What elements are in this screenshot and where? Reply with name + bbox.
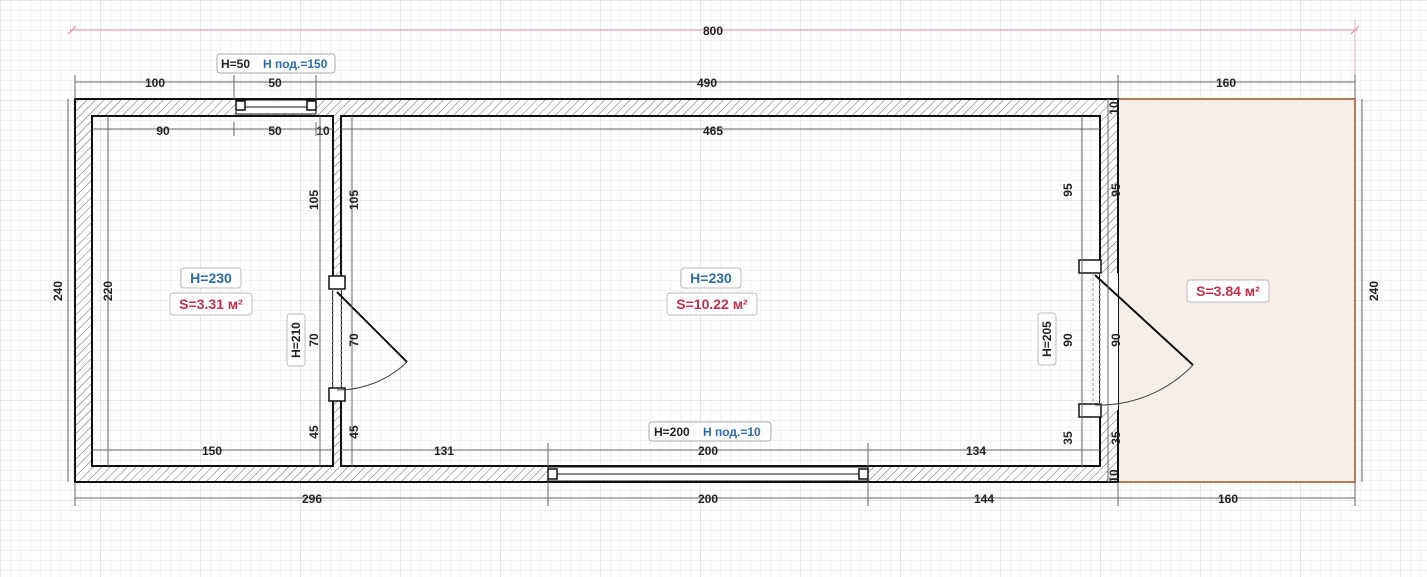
top-window-badge: H=50 H под.=150 [216,53,336,74]
left-room-height: H=230 [190,270,232,286]
outer-door-left-upper: 95 [1061,183,1075,197]
overall-length-label: 800 [703,24,723,38]
left-room-window-width: 50 [268,124,282,138]
terrace-depth: 240 [1367,281,1381,301]
inner-door-right-upper: 105 [347,190,361,210]
main-room-width-top: 465 [703,124,723,138]
outer-door-left-lower: 35 [1061,431,1075,445]
top-window-sill: H под.=150 [263,57,328,71]
main-room-bottom-right: 134 [966,444,986,458]
bottom-window-badge: H=200 H под.=10 [648,421,772,442]
top-window[interactable] [235,99,317,115]
left-room-width-bottom: 150 [202,444,222,458]
top-seg-3: 490 [697,76,717,90]
bottom-seg-4: 160 [1218,492,1238,506]
outer-door-right-lower: 35 [1109,431,1123,445]
inner-door-height: H=210 [289,322,303,358]
left-room-width-top: 90 [156,124,170,138]
outer-door-bottom-wall: 10 [1107,469,1121,483]
outer-door-top-wall: 10 [1107,101,1121,115]
outer-door-left-opening: 90 [1061,333,1075,347]
bottom-seg-3: 144 [974,492,994,506]
bottom-window-sill: H под.=10 [703,425,761,439]
left-room-depth: 220 [101,281,115,301]
main-room-area: S=10.22 м² [676,296,748,312]
main-room-height: H=230 [690,270,732,286]
outer-door-right-opening: 90 [1109,333,1123,347]
bottom-seg-2: 200 [698,492,718,506]
main-room-bottom-window: 200 [698,444,718,458]
inner-door-left-lower: 45 [307,425,321,439]
bottom-window-height: H=200 [654,425,690,439]
inner-door-left-upper: 105 [307,190,321,210]
top-seg-4: 160 [1216,76,1236,90]
top-seg-2: 50 [268,76,282,90]
left-room-area: S=3.31 м² [179,296,243,312]
left-side-depth: 240 [51,281,65,301]
outer-door-height: H=205 [1040,321,1054,357]
floor-plan: 800 100 50 490 160 H=50 H под.=150 90 50… [0,0,1427,577]
inner-door-right-opening: 70 [347,333,361,347]
outer-door-right-upper: 95 [1109,183,1123,197]
bottom-window[interactable] [547,466,869,482]
terrace-area-label: S=3.84 м² [1196,283,1260,299]
top-window-height: H=50 [221,57,250,71]
inner-door-right-lower: 45 [347,425,361,439]
bottom-seg-1: 296 [302,492,322,506]
left-room-wall-gap: 10 [316,124,330,138]
main-room-bottom-left: 131 [434,444,454,458]
top-seg-1: 100 [145,76,165,90]
inner-door-left-opening: 70 [307,333,321,347]
